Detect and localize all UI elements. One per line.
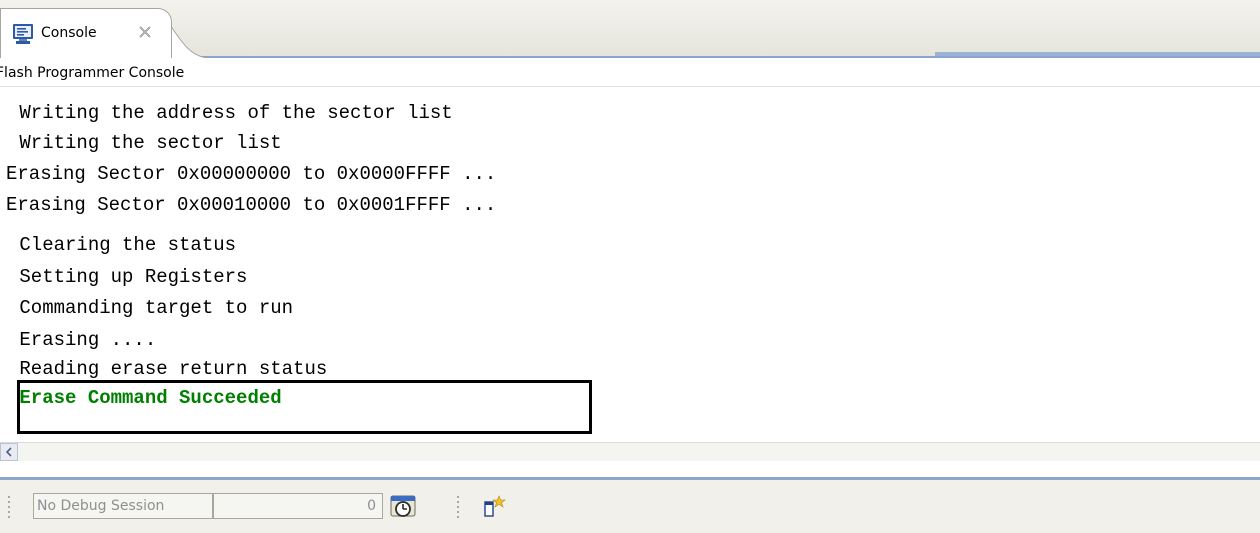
- debug-session-field[interactable]: No Debug Session: [33, 493, 213, 519]
- console-title: Flash Programmer Console: [0, 65, 185, 81]
- console-line: Erasing Sector 0x00010000 to 0x0001FFFF …: [6, 194, 497, 216]
- toolbar-grip[interactable]: [8, 496, 11, 518]
- timer-icon[interactable]: [389, 492, 419, 520]
- console-line: Setting up Registers: [8, 266, 248, 288]
- console-line: Writing the address of the sector list: [8, 102, 453, 124]
- tab-bar-accent-strip: [935, 52, 1260, 56]
- console-line: Erasing Sector 0x00000000 to 0x0000FFFF …: [6, 163, 497, 185]
- console-line: Erasing ....: [8, 329, 157, 351]
- view-tab-bar: Console: [0, 0, 1260, 58]
- scroll-left-button[interactable]: [0, 443, 18, 461]
- tab-console[interactable]: Console: [0, 8, 172, 58]
- status-bar: No Debug Session 0: [0, 480, 1260, 533]
- console-line: Clearing the status: [8, 234, 237, 256]
- console-divider: [0, 86, 1260, 87]
- toolbar-grip[interactable]: [457, 496, 460, 518]
- new-view-icon[interactable]: [483, 494, 509, 520]
- horizontal-scrollbar[interactable]: [0, 442, 1260, 461]
- console-line: Commanding target to run: [8, 297, 294, 319]
- session-count-field[interactable]: 0: [213, 493, 383, 519]
- tab-label: Console: [41, 25, 97, 41]
- chevron-left-icon: [5, 447, 12, 457]
- console-icon: [12, 23, 34, 45]
- highlight-box: [17, 380, 592, 434]
- close-icon[interactable]: [137, 24, 153, 40]
- console-line: Writing the sector list: [8, 132, 282, 154]
